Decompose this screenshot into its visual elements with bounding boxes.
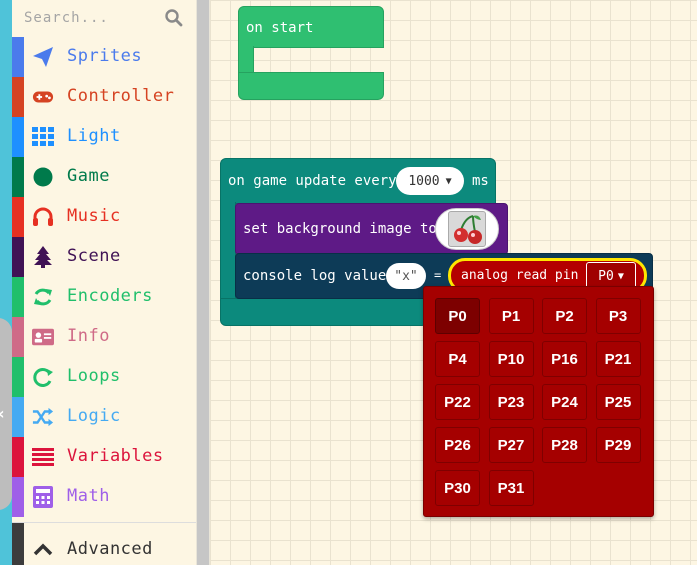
calculator-icon (32, 486, 54, 508)
search-input[interactable] (24, 6, 164, 30)
log-key-value: "x" (394, 268, 418, 284)
toolbox: Sprites Controller Light Game Music Scene Enco… (12, 0, 196, 565)
category-game[interactable]: Game (12, 157, 196, 197)
tree-icon (32, 246, 54, 268)
category-advanced[interactable]: Advanced (12, 522, 196, 565)
refresh-icon (32, 286, 54, 308)
category-info[interactable]: Info (12, 317, 196, 357)
pin-option-p0[interactable]: P0 (435, 298, 480, 334)
category-label: Encoders (67, 286, 153, 306)
pin-option-p1[interactable]: P1 (488, 298, 534, 334)
toolbox-search (12, 0, 196, 36)
pin-option-p27[interactable]: P27 (488, 427, 534, 463)
pin-option-p28[interactable]: P28 (542, 427, 587, 463)
category-scene[interactable]: Scene (12, 237, 196, 277)
category-variables[interactable]: Variables (12, 437, 196, 477)
category-color-bar (12, 317, 24, 357)
category-color-bar (12, 277, 24, 317)
interval-dropdown[interactable]: 1000 ▼ (396, 167, 464, 195)
category-color-bar (12, 437, 24, 477)
on-start-label: on start (246, 20, 314, 36)
interval-value: 1000 (408, 173, 440, 189)
id-card-icon (32, 326, 54, 348)
category-label: Logic (67, 406, 121, 426)
chevron-up-icon (32, 538, 54, 560)
pin-option-p3[interactable]: P3 (595, 298, 641, 334)
pin-option-p26[interactable]: P26 (435, 427, 480, 463)
caret-down-icon: ▼ (617, 270, 624, 282)
paper-plane-icon (32, 46, 54, 68)
category-light[interactable]: Light (12, 117, 196, 157)
pin-option-p10[interactable]: P10 (488, 341, 534, 377)
pin-option-p31[interactable]: P31 (488, 470, 534, 506)
set-background-label: set background image to (243, 221, 437, 237)
pin-option-p22[interactable]: P22 (435, 384, 480, 420)
category-color-bar (12, 237, 24, 277)
pin-dropdown-menu: P0 P1 P2 P3 P4 P10 P16 P21 P22 P23 P24 P25 P26 P27 P28… (423, 286, 654, 517)
category-encoders[interactable]: Encoders (12, 277, 196, 317)
shuffle-icon (32, 406, 54, 428)
gamepad-icon (32, 86, 54, 108)
pin-option-p2[interactable]: P2 (542, 298, 587, 334)
pin-option-p25[interactable]: P25 (595, 384, 641, 420)
list-icon (32, 446, 54, 468)
pin-option-p29[interactable]: P29 (595, 427, 641, 463)
pin-option-p21[interactable]: P21 (595, 341, 641, 377)
category-color-bar (12, 397, 24, 437)
category-label: Math (67, 486, 110, 506)
category-label: Loops (67, 366, 121, 386)
category-label: Game (67, 166, 110, 186)
category-color-bar (12, 37, 24, 77)
category-label: Info (67, 326, 110, 346)
console-log-label: console log value (243, 268, 387, 284)
equals-label: = (434, 268, 442, 282)
category-label: Scene (67, 246, 121, 266)
chevron-left-icon[interactable]: ‹ (0, 404, 5, 423)
category-math[interactable]: Math (12, 477, 196, 517)
loop-icon (32, 366, 54, 388)
category-color-bar (12, 197, 24, 237)
pin-option-p16[interactable]: P16 (542, 341, 587, 377)
category-color-bar (12, 357, 24, 397)
category-music[interactable]: Music (12, 197, 196, 237)
cherries-image-icon (448, 211, 486, 247)
pin-option-p4[interactable]: P4 (435, 341, 480, 377)
toolbox-scrollbar-thumb[interactable] (197, 0, 209, 565)
circle-icon (32, 166, 54, 188)
category-controller[interactable]: Controller (12, 77, 196, 117)
category-color-bar (12, 77, 24, 117)
on-game-update-label: on game update every (228, 173, 397, 189)
pin-dropdown-value: P0 (598, 268, 614, 284)
interval-unit: ms (472, 173, 489, 189)
log-key-input[interactable]: "x" (386, 263, 426, 289)
caret-down-icon: ▼ (445, 175, 452, 187)
category-color-bar (12, 117, 24, 157)
category-logic[interactable]: Logic (12, 397, 196, 437)
category-label: Variables (67, 446, 164, 466)
category-label: Advanced (67, 539, 153, 559)
pin-option-p23[interactable]: P23 (488, 384, 534, 420)
headphones-icon (32, 206, 54, 228)
category-loops[interactable]: Loops (12, 357, 196, 397)
category-sprites[interactable]: Sprites (12, 37, 196, 77)
category-label: Music (67, 206, 121, 226)
pin-option-p30[interactable]: P30 (435, 470, 480, 506)
category-color-bar (12, 477, 24, 517)
category-label: Light (67, 126, 121, 146)
analog-read-label: analog read pin (461, 268, 579, 283)
category-label: Controller (67, 86, 175, 106)
category-list: Sprites Controller Light Game Music Scene Enco… (12, 37, 196, 517)
category-label: Sprites (67, 46, 143, 66)
search-icon[interactable] (164, 8, 184, 28)
category-color-bar (12, 157, 24, 197)
led-grid-icon (32, 126, 54, 148)
pin-option-p24[interactable]: P24 (542, 384, 587, 420)
